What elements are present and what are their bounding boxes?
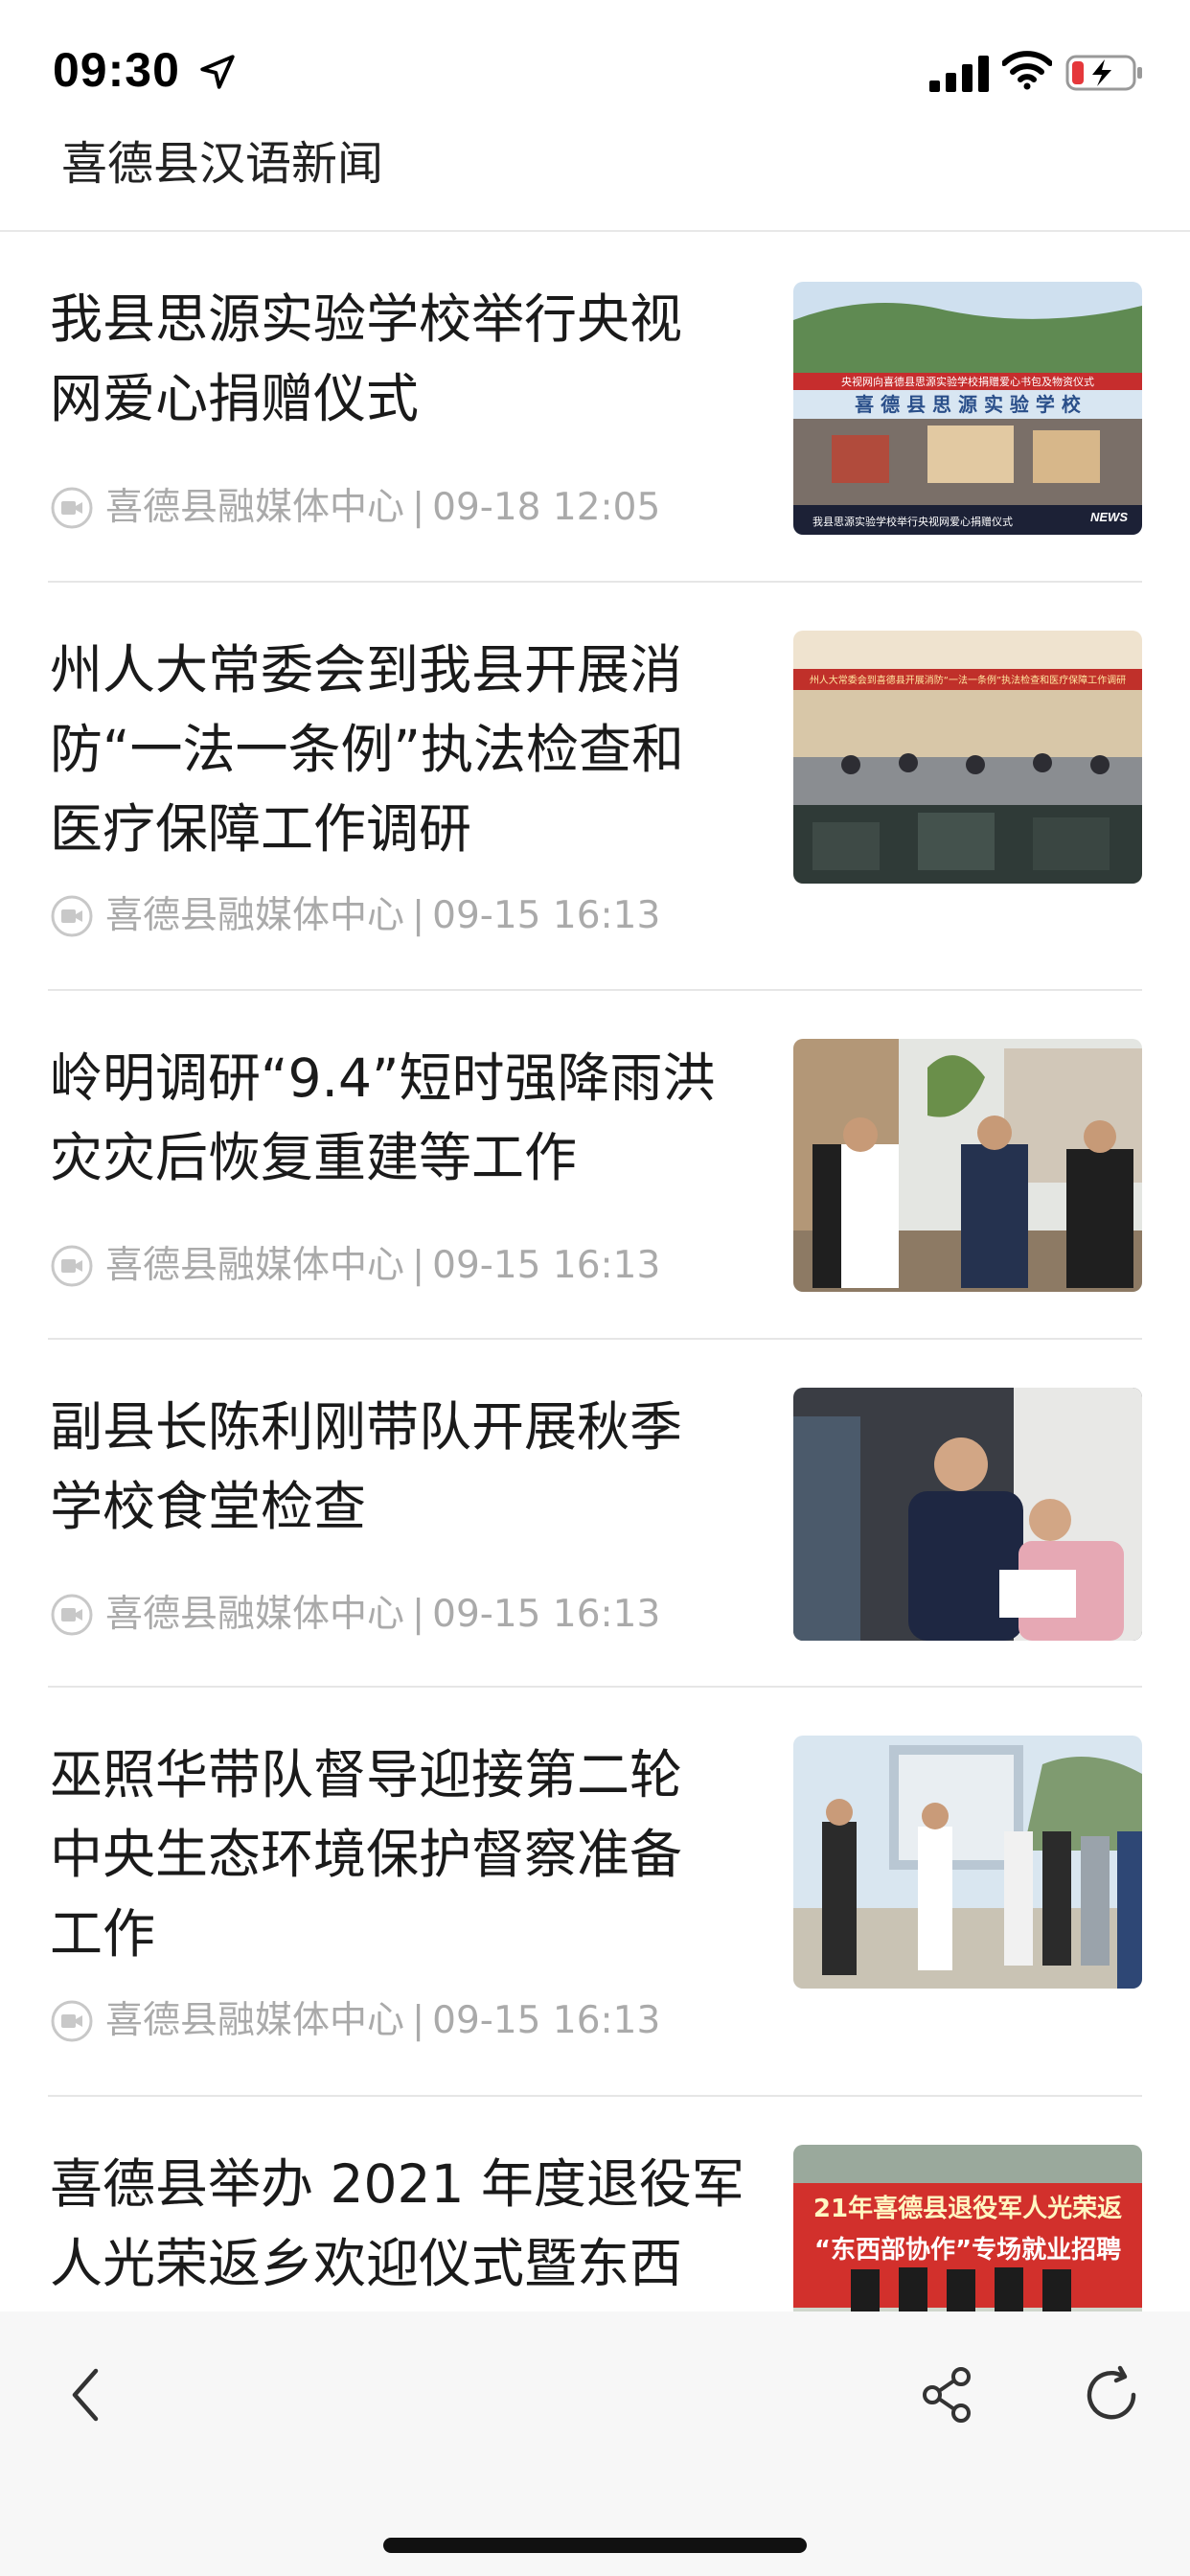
svg-text:州人大常委会到喜德县开展消防“一法一条例”执法检查和医疗保障: 州人大常委会到喜德县开展消防“一法一条例”执法检查和医疗保障工作调研 xyxy=(810,674,1126,686)
news-date: 09-18 12:05 xyxy=(432,486,661,529)
news-source: 喜德县融媒体中心 xyxy=(105,1999,405,2042)
news-title-line: 医疗保障工作调研 xyxy=(50,798,472,860)
screen: 09:30 喜德县汉语新闻 我县思源实验学校举行央视 网爱心捐赠仪式 喜德县融媒… xyxy=(0,0,1190,2576)
video-icon xyxy=(51,487,93,529)
battery-charging-icon xyxy=(1065,55,1142,91)
news-date: 09-15 16:13 xyxy=(432,1999,661,2042)
location-arrow-icon xyxy=(200,55,235,89)
svg-text:21年喜德县退役军人光荣返: 21年喜德县退役军人光荣返 xyxy=(813,2194,1122,2223)
news-thumbnail[interactable]: 州人大常委会到喜德县开展消防“一法一条例”执法检查和医疗保障工作调研 xyxy=(793,631,1142,884)
news-thumbnail[interactable] xyxy=(793,1388,1142,1641)
news-thumbnail[interactable]: 21年喜德县退役军人光荣返 “东西部协作”专场就业招聘 xyxy=(793,2145,1142,2312)
news-meta: 喜德县融媒体中心 | 09-15 16:13 xyxy=(50,1591,660,1639)
news-meta: 喜德县融媒体中心 | 09-15 16:13 xyxy=(50,892,660,940)
news-title-line: 学校食堂检查 xyxy=(50,1476,367,1537)
news-meta: 喜德县融媒体中心 | 09-15 16:13 xyxy=(50,1997,660,2045)
meta-separator: | xyxy=(412,486,425,529)
news-title-line: 喜德县举办 2021 年度退役军 xyxy=(50,2153,744,2215)
bottom-toolbar xyxy=(0,2312,1190,2576)
news-title-line: 副县长陈利刚带队开展秋季 xyxy=(50,1396,683,1458)
status-time: 09:30 xyxy=(53,43,180,97)
news-meta: 喜德县融媒体中心 | 09-15 16:13 xyxy=(50,1242,660,1290)
share-icon[interactable] xyxy=(915,2361,982,2428)
status-bar: 09:30 xyxy=(0,0,1190,134)
news-item[interactable]: 巫照华带队督导迎接第二轮 中央生态环境保护督察准备 工作 喜德县融媒体中心 | … xyxy=(48,1688,1142,2097)
news-title: 喜德县举办 2021 年度退役军 人光荣返乡欢迎仪式暨东西 xyxy=(50,2145,759,2304)
video-icon xyxy=(51,1245,93,1287)
home-indicator[interactable] xyxy=(383,2538,807,2553)
news-title-line: 中央生态环境保护督察准备 xyxy=(50,1824,683,1885)
news-date: 09-15 16:13 xyxy=(432,1244,661,1287)
news-item[interactable]: 喜德县举办 2021 年度退役军 人光荣返乡欢迎仪式暨东西 21年喜德县退役军人… xyxy=(48,2097,1142,2312)
news-title: 巫照华带队督导迎接第二轮 中央生态环境保护督察准备 工作 xyxy=(50,1736,759,1974)
news-list[interactable]: 我县思源实验学校举行央视 网爱心捐赠仪式 喜德县融媒体中心 | 09-18 12… xyxy=(0,232,1190,2312)
news-title-line: 我县思源实验学校举行央视 xyxy=(50,288,683,350)
news-title-line: 岭明调研“9.4”短时强降雨洪 xyxy=(50,1047,716,1109)
video-icon xyxy=(51,895,93,937)
nav-header: 喜德县汉语新闻 xyxy=(0,134,1190,232)
meta-separator: | xyxy=(412,1244,425,1287)
news-title: 副县长陈利刚带队开展秋季 学校食堂检查 xyxy=(50,1388,759,1547)
news-title-line: 人光荣返乡欢迎仪式暨东西 xyxy=(50,2233,683,2294)
thumb-caption: 我县思源实验学校举行央视网爱心捐赠仪式 xyxy=(812,515,1013,528)
news-source: 喜德县融媒体中心 xyxy=(105,1593,405,1636)
news-title-line: 巫照华带队督导迎接第二轮 xyxy=(50,1744,683,1806)
wifi-icon xyxy=(1002,51,1052,90)
news-item[interactable]: 我县思源实验学校举行央视 网爱心捐赠仪式 喜德县融媒体中心 | 09-18 12… xyxy=(48,232,1142,583)
news-title: 岭明调研“9.4”短时强降雨洪 灾灾后恢复重建等工作 xyxy=(50,1039,759,1198)
svg-text:喜 德 县 思 源 实 验 学 校: 喜 德 县 思 源 实 验 学 校 xyxy=(855,393,1082,416)
news-title-line: 网爱心捐赠仪式 xyxy=(50,368,420,429)
news-title-line: 工作 xyxy=(50,1903,156,1965)
back-chevron-icon[interactable] xyxy=(54,2361,121,2428)
svg-text:央视网向喜德县思源实验学校捐赠爱心书包及物资仪式: 央视网向喜德县思源实验学校捐赠爱心书包及物资仪式 xyxy=(841,375,1094,388)
meta-separator: | xyxy=(412,894,425,937)
meta-separator: | xyxy=(412,1593,425,1636)
svg-text:NEWS: NEWS xyxy=(1090,510,1128,524)
news-item[interactable]: 州人大常委会到我县开展消 防“一法一条例”执法检查和 医疗保障工作调研 喜德县融… xyxy=(48,583,1142,991)
video-icon xyxy=(51,1594,93,1636)
news-source: 喜德县融媒体中心 xyxy=(105,486,405,529)
news-item[interactable]: 岭明调研“9.4”短时强降雨洪 灾灾后恢复重建等工作 喜德县融媒体中心 | 09… xyxy=(48,991,1142,1340)
news-meta: 喜德县融媒体中心 | 09-18 12:05 xyxy=(50,484,660,532)
news-title-line: 灾灾后恢复重建等工作 xyxy=(50,1127,578,1188)
svg-text:“东西部协作”专场就业招聘: “东西部协作”专场就业招聘 xyxy=(814,2235,1121,2265)
page-title: 喜德县汉语新闻 xyxy=(61,137,384,191)
news-date: 09-15 16:13 xyxy=(432,894,661,937)
news-thumbnail[interactable] xyxy=(793,1039,1142,1292)
news-title-line: 防“一法一条例”执法检查和 xyxy=(50,719,684,780)
cellular-signal-icon xyxy=(929,56,989,92)
refresh-icon[interactable] xyxy=(1078,2361,1145,2428)
news-thumbnail[interactable] xyxy=(793,1736,1142,1989)
news-title: 州人大常委会到我县开展消 防“一法一条例”执法检查和 医疗保障工作调研 xyxy=(50,631,759,869)
news-title-line: 州人大常委会到我县开展消 xyxy=(50,639,683,701)
video-icon xyxy=(51,2000,93,2042)
news-item[interactable]: 副县长陈利刚带队开展秋季 学校食堂检查 喜德县融媒体中心 | 09-15 16:… xyxy=(48,1340,1142,1688)
news-date: 09-15 16:13 xyxy=(432,1593,661,1636)
meta-separator: | xyxy=(412,1999,425,2042)
news-source: 喜德县融媒体中心 xyxy=(105,894,405,937)
news-thumbnail[interactable]: 央视网向喜德县思源实验学校捐赠爱心书包及物资仪式 喜 德 县 思 源 实 验 学… xyxy=(793,282,1142,535)
news-source: 喜德县融媒体中心 xyxy=(105,1244,405,1287)
news-title: 我县思源实验学校举行央视 网爱心捐赠仪式 xyxy=(50,280,759,439)
